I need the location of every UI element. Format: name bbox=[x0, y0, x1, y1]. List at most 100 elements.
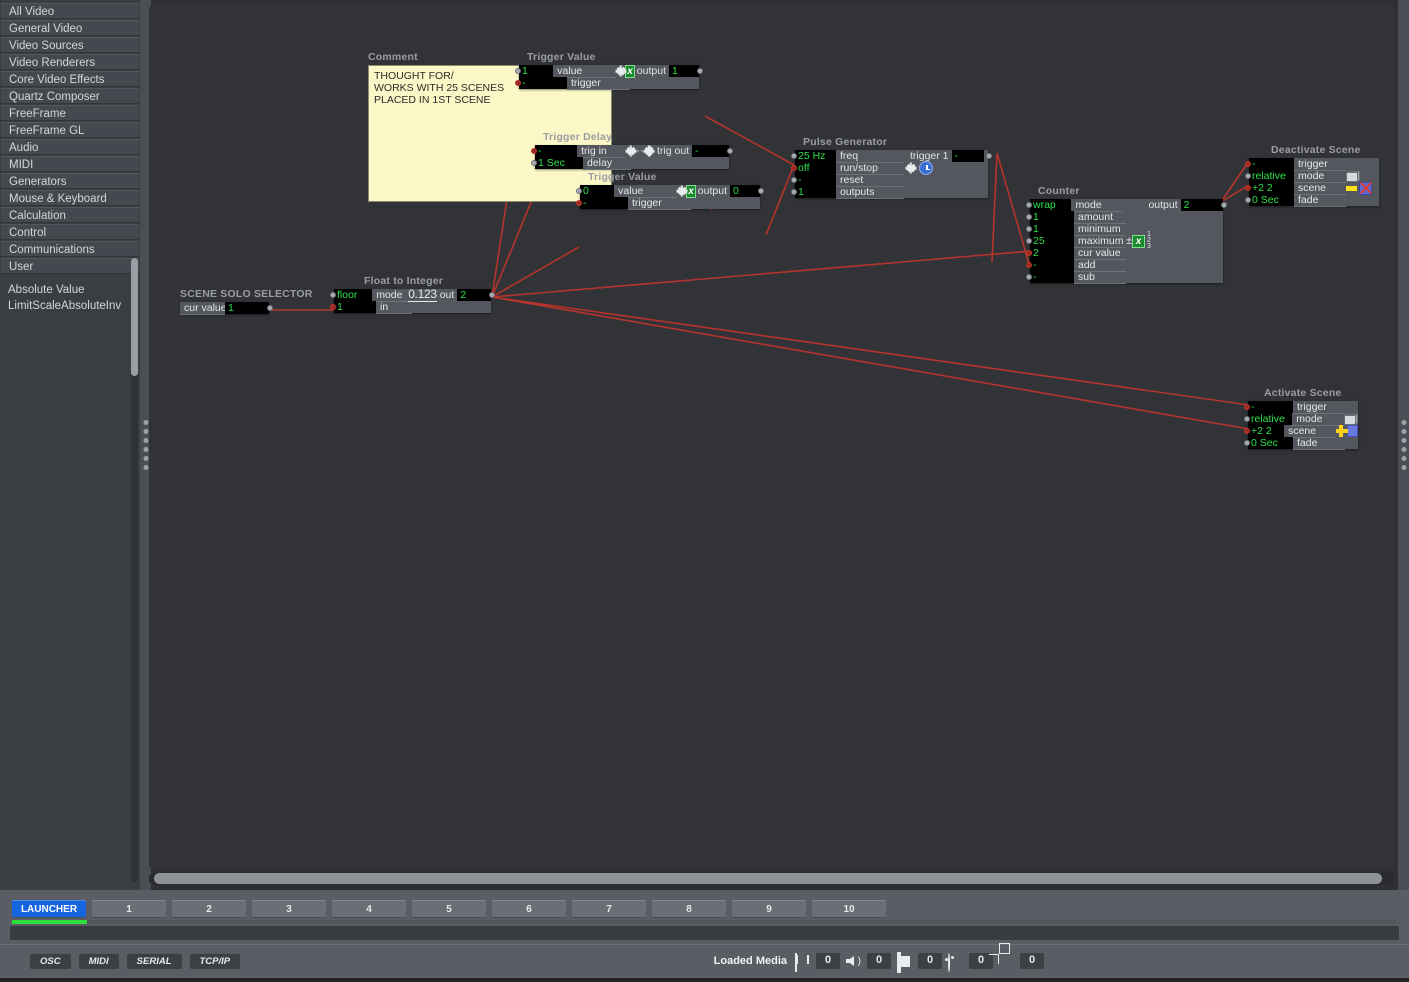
node-float-to-integer[interactable]: Float to Integer floor mode 0.123 out 2 … bbox=[330, 275, 495, 314]
sidebar-category-freeframe-gl[interactable]: FreeFrame GL bbox=[1, 122, 139, 138]
port-in-cur-value[interactable] bbox=[1026, 250, 1032, 256]
port-in-mode[interactable] bbox=[330, 292, 336, 298]
field-freq[interactable]: 25 Hz bbox=[795, 150, 836, 162]
field-trigger[interactable]: - bbox=[580, 197, 628, 209]
field-value[interactable]: 0 bbox=[580, 185, 615, 197]
sidebar-category-video-sources[interactable]: Video Sources bbox=[1, 37, 139, 53]
field-scene[interactable]: +2 2 bbox=[1249, 182, 1294, 194]
layers-icon[interactable] bbox=[1346, 170, 1360, 182]
launcher-button-7[interactable]: 7 bbox=[572, 900, 646, 918]
sidebar-scrollbar[interactable] bbox=[131, 258, 138, 882]
port-in-trig-in[interactable] bbox=[531, 148, 537, 154]
port-in-outputs[interactable] bbox=[791, 189, 797, 195]
field-outputs[interactable]: 1 bbox=[795, 186, 836, 198]
port-out-output[interactable] bbox=[1221, 202, 1227, 208]
port-out-trigger-1[interactable] bbox=[986, 153, 992, 159]
sidebar-category-quartz-composer[interactable]: Quartz Composer bbox=[1, 88, 139, 104]
plus-icon[interactable] bbox=[1336, 425, 1345, 437]
port-in-value[interactable] bbox=[576, 188, 582, 194]
sidebar-category-core-video-effects[interactable]: Core Video Effects bbox=[1, 71, 139, 87]
port-in-freq[interactable] bbox=[791, 153, 797, 159]
port-in-scene[interactable] bbox=[1244, 428, 1250, 434]
sidebar-category-calculation[interactable]: Calculation bbox=[1, 207, 139, 223]
port-in-minimum[interactable] bbox=[1026, 226, 1032, 232]
port-in-mode[interactable] bbox=[1244, 416, 1250, 422]
field-value[interactable]: 1 bbox=[519, 65, 554, 77]
port-in-trigger[interactable] bbox=[576, 200, 582, 206]
node-trigger-value-2[interactable]: Trigger Value 0 value x output 0 - trigg… bbox=[576, 171, 764, 210]
port-in-fade[interactable] bbox=[1244, 440, 1250, 446]
node-deactivate-scene[interactable]: Deactivate Scene - trigger relative mode… bbox=[1245, 144, 1379, 207]
canvas-hscroll-thumb[interactable] bbox=[154, 873, 1382, 884]
protocol-button-serial[interactable]: SERIAL bbox=[126, 953, 182, 969]
canvas-horizontal-scrollbar[interactable] bbox=[149, 872, 1394, 885]
launcher-button-4[interactable]: 4 bbox=[332, 900, 406, 918]
formula-icon[interactable]: x bbox=[1132, 234, 1146, 248]
port-out-output[interactable] bbox=[758, 188, 764, 194]
protocol-button-tcp-ip[interactable]: TCP/IP bbox=[189, 953, 241, 969]
launcher-button-5[interactable]: 5 bbox=[412, 900, 486, 918]
port-in-delay[interactable] bbox=[531, 160, 537, 166]
launcher-button-launcher[interactable]: LAUNCHER bbox=[12, 900, 86, 918]
node-pulse-generator[interactable]: Pulse Generator 25 Hz freq trigger 1 - o… bbox=[791, 136, 992, 199]
launcher-button-2[interactable]: 2 bbox=[172, 900, 246, 918]
field-fade[interactable]: 0 Sec bbox=[1248, 437, 1293, 449]
field-trigger[interactable]: - bbox=[1249, 158, 1294, 170]
launcher-button-9[interactable]: 9 bbox=[732, 900, 806, 918]
field-scene[interactable]: +2 2 bbox=[1248, 425, 1285, 437]
launcher-button-8[interactable]: 8 bbox=[652, 900, 726, 918]
field-add[interactable]: - bbox=[1030, 259, 1074, 271]
port-in-mode[interactable] bbox=[1245, 173, 1251, 179]
port-in-trigger[interactable] bbox=[1245, 161, 1251, 167]
port-in-trigger[interactable] bbox=[515, 80, 521, 86]
node-trigger-value-1[interactable]: Trigger Value 1 value x output 1 - trigg… bbox=[515, 51, 703, 90]
right-splitter-handle[interactable] bbox=[1398, 0, 1409, 890]
field-trigger[interactable]: - bbox=[519, 77, 567, 89]
field-minimum[interactable]: 1 bbox=[1030, 223, 1074, 235]
node-trigger-delay[interactable]: Trigger Delay - trig in ·· trig out - 1 … bbox=[531, 131, 733, 170]
layers-icon[interactable] bbox=[1344, 413, 1358, 425]
launcher-button-6[interactable]: 6 bbox=[492, 900, 566, 918]
field-run-stop[interactable]: off bbox=[795, 162, 836, 174]
sidebar-category-generators[interactable]: Generators bbox=[1, 173, 139, 189]
field-fade[interactable]: 0 Sec bbox=[1249, 194, 1294, 206]
field-trig-in[interactable]: - bbox=[535, 145, 578, 157]
field-maximum[interactable]: 25 bbox=[1030, 235, 1074, 247]
field-reset[interactable]: - bbox=[795, 174, 836, 186]
launcher-button-3[interactable]: 3 bbox=[252, 900, 326, 918]
port-in-sub[interactable] bbox=[1026, 274, 1032, 280]
launcher-button-10[interactable]: 10 bbox=[812, 900, 886, 918]
launcher-slot-band[interactable] bbox=[10, 926, 1399, 940]
field-cur-value[interactable]: 2 bbox=[1030, 247, 1074, 259]
port-in-scene[interactable] bbox=[1245, 185, 1251, 191]
yellow-bar-icon[interactable] bbox=[1346, 185, 1357, 191]
deactivate-icon[interactable] bbox=[1359, 181, 1372, 195]
sparkle-icon[interactable] bbox=[644, 145, 655, 158]
field-sub[interactable]: - bbox=[1030, 271, 1074, 283]
sidebar-category-general-video[interactable]: General Video bbox=[1, 20, 139, 36]
port-in-fade[interactable] bbox=[1245, 197, 1251, 203]
port-out-output[interactable] bbox=[697, 68, 703, 74]
port-in-amount[interactable] bbox=[1026, 214, 1032, 220]
field-trigger[interactable]: - bbox=[1248, 401, 1293, 413]
node-scene-solo-selector[interactable]: SCENE SOLO SELECTOR cur value 1 bbox=[180, 288, 313, 315]
sidebar-category-freeframe[interactable]: FreeFrame bbox=[1, 105, 139, 121]
decimal-icon[interactable]: 0.123 bbox=[408, 288, 437, 302]
port-in-run-stop[interactable] bbox=[791, 165, 797, 171]
field-mode[interactable]: floor bbox=[334, 289, 373, 301]
field-mode[interactable]: relative bbox=[1249, 170, 1294, 182]
port-in-trigger[interactable] bbox=[1244, 404, 1250, 410]
activate-icon[interactable] bbox=[1346, 425, 1358, 437]
node-counter[interactable]: Counter wrap mode output 2 1 amount 1 mi… bbox=[1026, 185, 1227, 284]
field-amount[interactable]: 1 bbox=[1030, 211, 1074, 223]
port-out-out[interactable] bbox=[489, 292, 495, 298]
port-in-maximum[interactable] bbox=[1026, 238, 1032, 244]
sidebar-object-item[interactable]: Absolute Value bbox=[8, 282, 140, 298]
field-in[interactable]: 1 bbox=[334, 301, 376, 313]
port-out-cur-value[interactable] bbox=[267, 305, 273, 311]
sidebar-category-control[interactable]: Control bbox=[1, 224, 139, 240]
field-delay[interactable]: 1 Sec bbox=[535, 157, 583, 169]
sidebar-category-midi[interactable]: MIDI bbox=[1, 156, 139, 172]
port-in-reset[interactable] bbox=[791, 177, 797, 183]
sidebar-category-video-renderers[interactable]: Video Renderers bbox=[1, 54, 139, 70]
